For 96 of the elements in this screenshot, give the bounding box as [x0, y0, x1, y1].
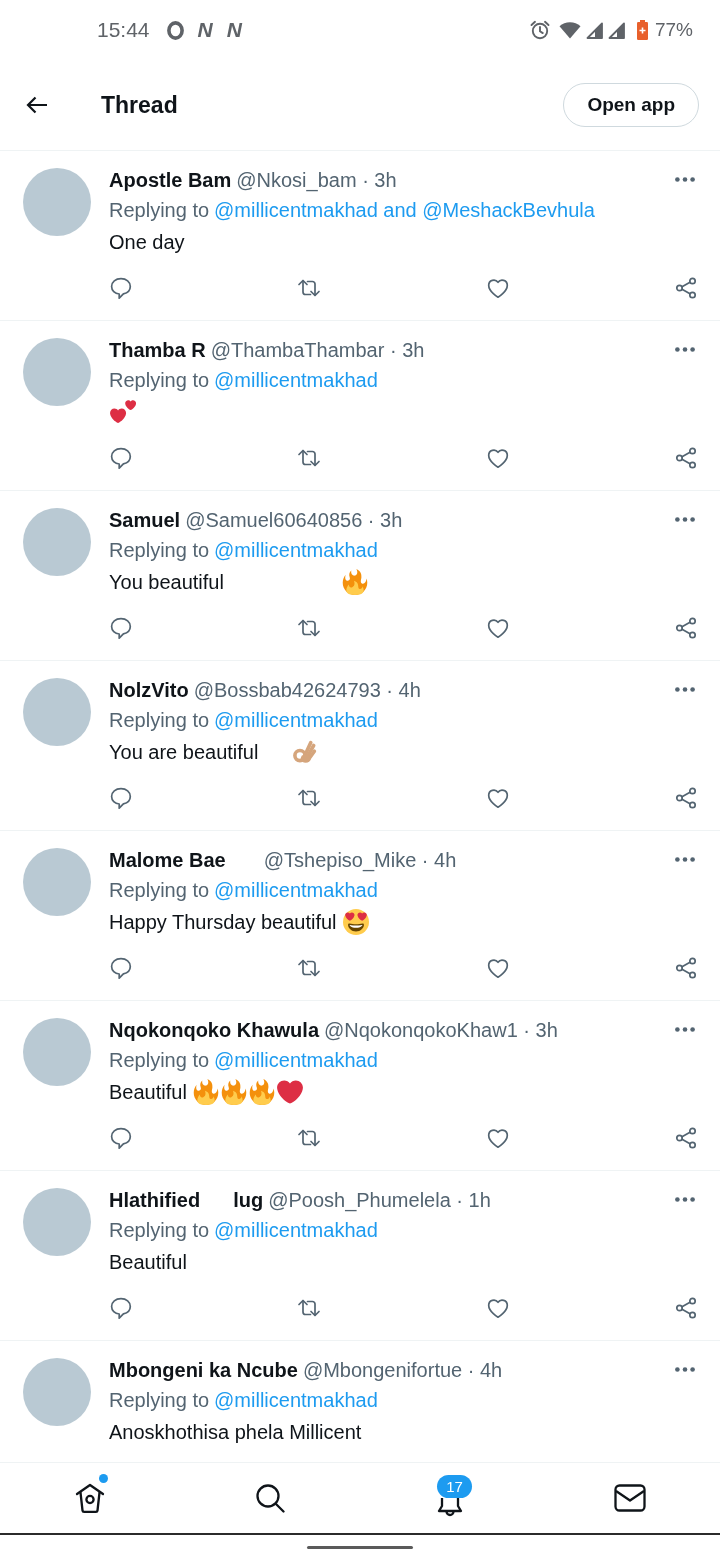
bell-icon[interactable] [435, 1497, 465, 1518]
mention-link[interactable]: @millicentmakhad [214, 539, 378, 561]
reply-context: Replying to @millicentmakhad [109, 1218, 379, 1243]
reply-context: Replying to @millicentmakhad [109, 1388, 379, 1413]
battery-percentage: 77% [654, 19, 693, 41]
share-icon[interactable] [674, 956, 698, 980]
reply-context: Replying to @millicentmakhad [109, 538, 379, 563]
reply-context: Replying to @millicentmakhad [109, 1048, 379, 1073]
more-icon[interactable] [675, 1027, 695, 1032]
fire-emoji-icon [192, 1078, 219, 1105]
reply-context: Replying to @millicentmakhad [109, 708, 379, 733]
author-name: Nqokonqoko Khawula [109, 1017, 319, 1042]
handle-and-time: @ThambaThambar · 3h [210, 337, 425, 362]
tweet-text: Beautiful [109, 1249, 187, 1274]
page-title: Thread [101, 91, 178, 119]
more-icon[interactable] [675, 687, 695, 692]
tweet-text: Anoskhothisa phela Millicent [109, 1419, 362, 1444]
more-icon[interactable] [675, 517, 695, 522]
heart-icon[interactable] [485, 616, 510, 640]
author-name: lug [233, 1187, 264, 1212]
share-icon[interactable] [674, 446, 698, 470]
fire-emoji-icon [248, 1078, 275, 1105]
handle-and-time: @Samuel60640856 · 3h [185, 507, 403, 532]
fire-emoji-icon [341, 568, 368, 595]
mention-link[interactable]: @millicentmakhad [214, 1219, 378, 1241]
speech-bubble-icon[interactable] [109, 276, 133, 300]
alarm-clock-icon [529, 20, 550, 40]
heart-emoji-icon [276, 1078, 303, 1105]
handle-and-time: @Tshepiso_Mike · 4h [263, 847, 457, 872]
handle-and-time: @NqokonqokoKhaw1 · 3h [324, 1017, 558, 1042]
two-hearts-emoji-icon [110, 398, 136, 425]
speech-bubble-icon[interactable] [109, 1126, 133, 1150]
share-icon[interactable] [674, 616, 698, 640]
share-icon[interactable] [674, 1296, 698, 1320]
speech-bubble-icon[interactable] [109, 616, 133, 640]
back-arrow-icon[interactable] [26, 96, 48, 114]
more-icon[interactable] [675, 177, 695, 182]
share-icon[interactable] [674, 786, 698, 810]
wifi-icon [558, 21, 581, 39]
handle-and-time: @Mbongenifortue · 4h [302, 1357, 503, 1382]
open-app-button[interactable]: Open app [563, 83, 699, 127]
handle-and-time: @Bossbab42624793 · 4h [193, 677, 421, 702]
heart-icon[interactable] [485, 446, 510, 470]
reply-context: Replying to @millicentmakhad [109, 878, 379, 903]
search-icon[interactable] [255, 1483, 285, 1513]
author-name: Mbongeni ka Ncube [109, 1357, 298, 1382]
battery-icon [636, 20, 648, 40]
speech-bubble-icon[interactable] [109, 1296, 133, 1320]
share-icon[interactable] [674, 276, 698, 300]
mention-link[interactable]: @millicentmakhad [214, 879, 378, 901]
signal-icon [607, 21, 625, 39]
heart-icon[interactable] [485, 786, 510, 810]
reply-context: Replying to @millicentmakhad [109, 368, 379, 393]
tweet-text: Happy Thursday beautiful [109, 909, 337, 934]
mention-link[interactable]: @millicentmakhad [214, 369, 378, 391]
status-time: 15:44 [97, 18, 150, 42]
heart-icon[interactable] [485, 276, 510, 300]
speech-bubble-icon[interactable] [109, 446, 133, 470]
heart-icon[interactable] [485, 1296, 510, 1320]
author-name: Thamba R [109, 337, 206, 362]
more-icon[interactable] [675, 1367, 695, 1372]
author-name: Apostle Bam [109, 167, 232, 192]
author-name: NolzVito [109, 677, 189, 702]
mention-link[interactable]: @millicentmakhad and @MeshackBevhula [214, 199, 595, 221]
speech-bubble-icon[interactable] [109, 956, 133, 980]
mention-link[interactable]: @millicentmakhad [214, 1389, 378, 1411]
handle-and-time: @Poosh_Phumelela · 1h [268, 1187, 491, 1212]
tweet-text: One day [109, 229, 185, 254]
heart-icon[interactable] [485, 1126, 510, 1150]
gesture-handle[interactable] [307, 1546, 413, 1549]
more-icon[interactable] [675, 857, 695, 862]
author-name: Malome Bae [109, 847, 226, 872]
more-icon[interactable] [675, 1197, 695, 1202]
mention-link[interactable]: @millicentmakhad [214, 1049, 378, 1071]
home-icon[interactable] [75, 1482, 105, 1514]
heart-icon[interactable] [485, 956, 510, 980]
fire-emoji-icon [220, 1078, 247, 1105]
tweet-text: You are beautiful [109, 739, 259, 764]
ring-icon [166, 20, 184, 40]
notification-count: 17 [437, 1474, 472, 1498]
ok-hand-emoji-icon [292, 738, 319, 765]
share-icon[interactable] [674, 1126, 698, 1150]
mention-link[interactable]: @millicentmakhad [214, 709, 378, 731]
notification-glyph: N [226, 18, 242, 42]
mail-icon[interactable] [614, 1484, 646, 1512]
heart-eyes-emoji-icon [342, 908, 369, 935]
tweet-text: You beautiful [109, 569, 224, 594]
reply-context: Replying to @millicentmakhad and @MeshackBevhula [109, 198, 596, 223]
author-name: Samuel [109, 507, 181, 532]
notification-glyph: N [197, 18, 213, 42]
handle-and-time: @Nkosi_bam · 3h [236, 167, 397, 192]
more-icon[interactable] [675, 347, 695, 352]
signal-icon [585, 21, 603, 39]
tweet-text: Beautiful [109, 1079, 187, 1104]
speech-bubble-icon[interactable] [109, 786, 133, 810]
author-name: Hlathified [109, 1187, 201, 1212]
